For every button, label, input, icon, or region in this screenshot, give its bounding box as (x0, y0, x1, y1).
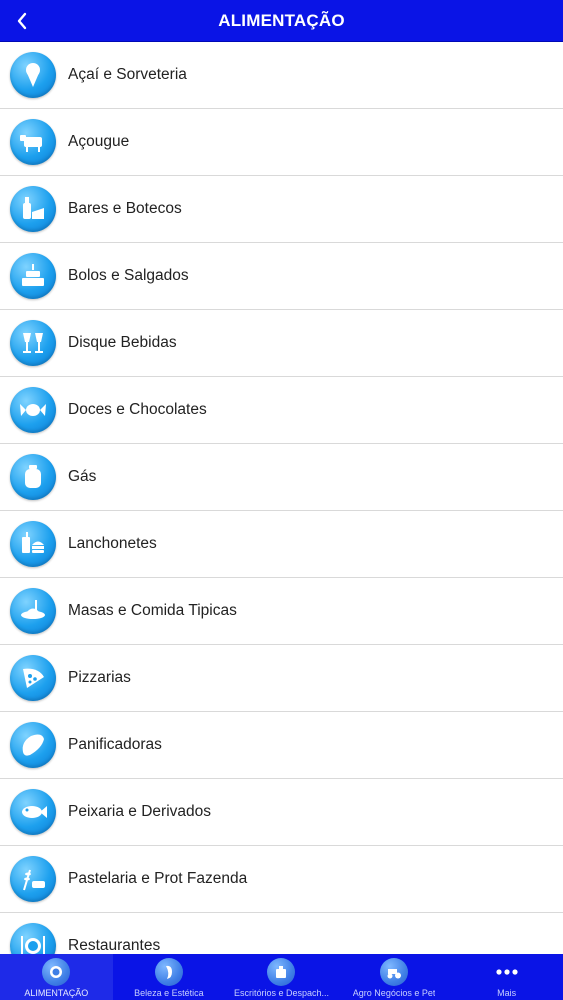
list-item-label: Doces e Chocolates (68, 401, 207, 418)
list-item[interactable]: Açougue (0, 109, 563, 176)
page-title: ALIMENTAÇÃO (218, 10, 345, 30)
list-item-label: Disque Bebidas (68, 334, 177, 351)
plate-cutlery-icon (10, 923, 56, 954)
list-item[interactable]: Peixaria e Derivados (0, 779, 563, 846)
bread-icon (10, 722, 56, 768)
list-item-label: Bares e Botecos (68, 200, 182, 217)
list-item-label: Açougue (68, 133, 130, 150)
list-item[interactable]: Panificadoras (0, 712, 563, 779)
tab-label: ALIMENTAÇÃO (24, 988, 89, 998)
office-icon (267, 958, 296, 986)
list-item-label: Panificadoras (68, 736, 162, 753)
list-item-label: Pizzarias (68, 669, 131, 686)
gas-cylinder-icon (10, 454, 56, 500)
category-list: Açaí e Sorveteria Açougue Bares e Boteco… (0, 42, 563, 954)
cow-icon (10, 119, 56, 165)
list-item[interactable]: Doces e Chocolates (0, 377, 563, 444)
nav-bar: ALIMENTAÇÃO (0, 0, 563, 42)
tab-bar: ALIMENTAÇÃO Beleza e Estética Escritório… (0, 954, 563, 1000)
list-item-label: Gás (68, 468, 97, 485)
list-item[interactable]: Pastelaria e Prot Fazenda (0, 846, 563, 913)
tab-label: Escritórios e Despach... (233, 988, 329, 998)
candy-icon (10, 387, 56, 433)
burger-drink-icon (10, 521, 56, 567)
tab-mais[interactable]: Mais (450, 954, 563, 1000)
plate-icon (42, 958, 71, 986)
list-item-label: Masas e Comida Tipicas (68, 602, 237, 619)
cake-icon (10, 253, 56, 299)
list-item[interactable]: Restaurantes (0, 913, 563, 954)
tab-label: Beleza e Estética (134, 988, 204, 998)
fish-icon (10, 789, 56, 835)
list-item[interactable]: Bares e Botecos (0, 176, 563, 243)
chevron-left-icon (17, 12, 27, 30)
list-item[interactable]: Pizzarias (0, 645, 563, 712)
tab-label: Mais (497, 988, 517, 998)
tab-escritorios[interactable]: Escritórios e Despach... (225, 954, 338, 1000)
tab-agro[interactable]: Agro Negócios e Pet (338, 954, 451, 1000)
list-item[interactable]: Lanchonetes (0, 511, 563, 578)
tractor-icon (380, 958, 409, 986)
tab-label: Agro Negócios e Pet (352, 988, 436, 998)
wine-glasses-icon (10, 320, 56, 366)
tab-alimentacao[interactable]: ALIMENTAÇÃO (0, 954, 113, 1000)
pizza-slice-icon (10, 655, 56, 701)
face-icon (154, 958, 183, 986)
pasta-plate-icon (10, 588, 56, 634)
bottle-cheese-icon (10, 186, 56, 232)
ice-cream-icon (10, 52, 56, 98)
list-item-label: Bolos e Salgados (68, 267, 189, 284)
more-dots-icon (493, 958, 521, 986)
list-item-label: Restaurantes (68, 937, 161, 954)
list-item[interactable]: Açaí e Sorveteria (0, 42, 563, 109)
list-item-label: Lanchonetes (68, 535, 157, 552)
list-item-label: Açaí e Sorveteria (68, 66, 187, 83)
wheat-food-icon (10, 856, 56, 902)
list-item-label: Peixaria e Derivados (68, 803, 212, 820)
list-item[interactable]: Bolos e Salgados (0, 243, 563, 310)
back-button[interactable] (10, 6, 34, 36)
list-item[interactable]: Gás (0, 444, 563, 511)
list-item[interactable]: Masas e Comida Tipicas (0, 578, 563, 645)
tab-beleza[interactable]: Beleza e Estética (113, 954, 226, 1000)
list-item[interactable]: Disque Bebidas (0, 310, 563, 377)
list-item-label: Pastelaria e Prot Fazenda (68, 870, 248, 887)
